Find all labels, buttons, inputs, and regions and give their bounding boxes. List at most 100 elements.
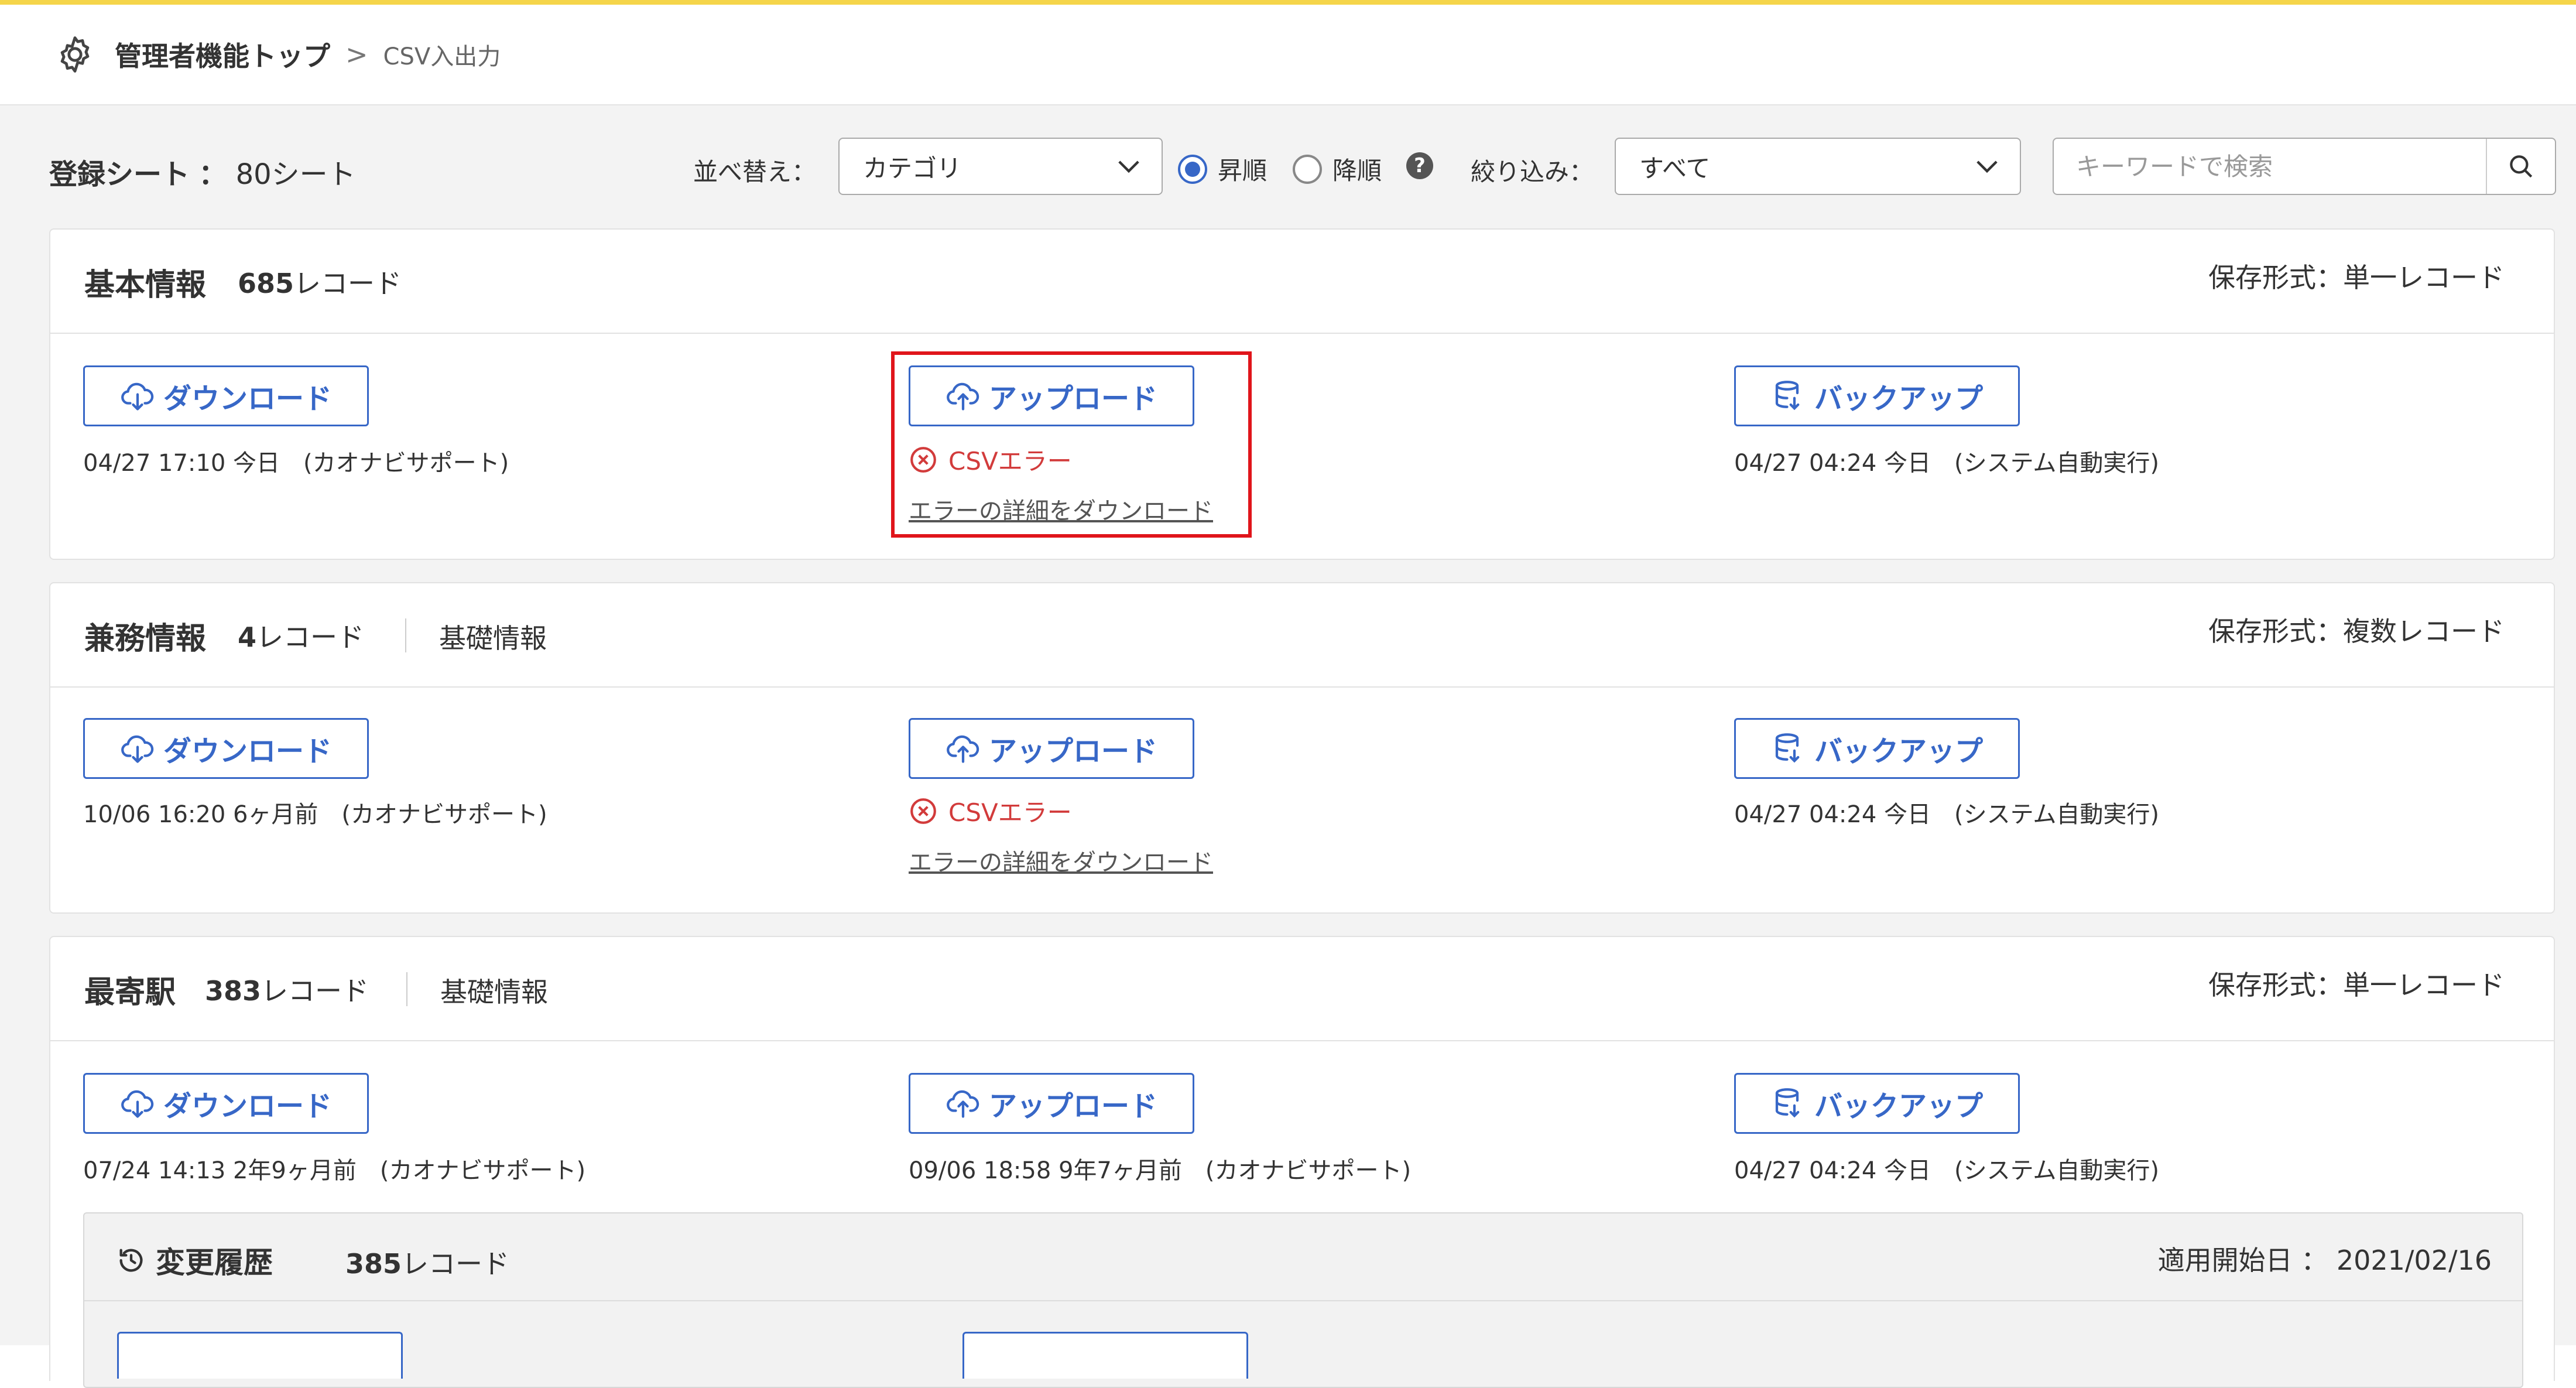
chevron-down-icon xyxy=(1118,160,1139,173)
divider xyxy=(405,618,406,652)
cloud-download-icon xyxy=(121,1090,154,1118)
sheet-count-value: 80シート xyxy=(235,158,356,191)
sheet-card-nearest-station: 最寄駅 383レコード 基礎情報 保存形式：単一レコード ダウンロード 07/2… xyxy=(49,936,2555,1388)
change-history-title[interactable]: 変更履歴 xyxy=(116,1239,273,1281)
card-title: 基本情報 xyxy=(84,268,207,303)
card-category: 基礎情報 xyxy=(440,976,548,1008)
backup-button[interactable]: バックアップ xyxy=(1734,718,2020,779)
sheet-count-label: 登録シート xyxy=(49,158,190,191)
help-icon[interactable]: ? xyxy=(1406,152,1433,179)
download-button[interactable]: ダウンロード xyxy=(83,718,369,779)
csv-error-status: CSVエラー xyxy=(909,793,1072,829)
card-save-format: 保存形式：複数レコード xyxy=(2208,616,2505,647)
cloud-download-icon xyxy=(121,382,154,411)
sheet-card-basic-info: 基本情報 685レコード 保存形式：単一レコード ダウンロード 04/27 17… xyxy=(49,228,2555,560)
search-box xyxy=(2053,138,2556,195)
download-meta: 04/27 17:10 今日 (カオナビサポート) xyxy=(83,450,509,477)
download-button[interactable]: ダウンロード xyxy=(83,365,369,426)
toolbar: 登録シート ： 80シート 並べ替え： カテゴリ 昇順 降順 ? 絞り込み： す… xyxy=(0,105,2576,228)
top-accent-bar xyxy=(0,0,2576,5)
card-category: 基礎情報 xyxy=(439,623,547,654)
card-title: 最寄駅 xyxy=(84,975,176,1010)
gear-icon xyxy=(60,36,90,73)
card-header: 最寄駅 383レコード 基礎情報 保存形式：単一レコード xyxy=(50,937,2554,1041)
record-count-unit: レコード xyxy=(256,621,365,653)
order-desc-label: 降順 xyxy=(1332,156,1382,185)
filter-select[interactable]: すべて xyxy=(1615,138,2021,195)
order-asc-radio[interactable]: 昇順 xyxy=(1178,151,1267,187)
history-upload-button[interactable] xyxy=(962,1332,1248,1379)
backup-button[interactable]: バックアップ xyxy=(1734,1073,2020,1134)
search-input[interactable] xyxy=(2054,139,2487,194)
radio-checked-icon xyxy=(1178,154,1207,184)
upload-button[interactable]: アップロード xyxy=(909,718,1194,779)
backup-button-label: バックアップ xyxy=(1814,735,1983,768)
csv-error-label: CSVエラー xyxy=(948,798,1072,827)
chevron-down-icon xyxy=(1976,160,1998,173)
breadcrumb: 管理者機能トップ > CSV入出力 xyxy=(0,5,2576,105)
sheet-count-colon: ： xyxy=(198,158,227,191)
filter-select-value: すべて xyxy=(1639,153,1711,183)
sort-select-value: カテゴリ xyxy=(863,153,962,183)
order-desc-radio[interactable]: 降順 xyxy=(1293,151,1382,187)
highlight-box xyxy=(891,351,1252,538)
download-meta: 10/06 16:20 6ヶ月前 (カオナビサポート) xyxy=(83,801,547,828)
download-button[interactable]: ダウンロード xyxy=(83,1073,369,1134)
record-count-unit: レコード xyxy=(261,975,369,1007)
database-backup-icon xyxy=(1775,381,1800,411)
download-button-label: ダウンロード xyxy=(163,382,332,415)
upload-meta: 09/06 18:58 9年7ヶ月前 (カオナビサポート) xyxy=(909,1157,1412,1184)
card-title: 兼務情報 xyxy=(84,621,207,657)
record-count-unit: レコード xyxy=(402,1248,510,1280)
card-record-count: 4レコード xyxy=(238,616,364,655)
record-count-number: 383 xyxy=(205,975,262,1007)
filter-label: 絞り込み： xyxy=(1471,158,1594,186)
record-count-number: 685 xyxy=(238,268,294,299)
upload-button[interactable]: アップロード xyxy=(909,1073,1194,1134)
sheet-count: 登録シート ： 80シート xyxy=(49,151,356,192)
database-backup-icon xyxy=(1775,733,1800,763)
order-asc-label: 昇順 xyxy=(1218,156,1268,185)
backup-button-label: バックアップ xyxy=(1814,382,1983,415)
download-button-label: ダウンロード xyxy=(163,735,332,768)
radio-unchecked-icon xyxy=(1293,154,1322,184)
upload-button-label: アップロード xyxy=(988,735,1157,768)
record-count-number: 4 xyxy=(238,621,257,653)
card-record-count: 685レコード xyxy=(238,262,402,301)
search-button[interactable] xyxy=(2486,139,2555,194)
breadcrumb-home-link[interactable]: 管理者機能トップ xyxy=(115,35,330,74)
error-detail-download-link[interactable]: エラーの詳細をダウンロード xyxy=(909,843,1213,877)
upload-button-label: アップロード xyxy=(988,1090,1157,1123)
database-backup-icon xyxy=(1775,1088,1800,1118)
cloud-upload-icon xyxy=(947,735,979,763)
card-header: 兼務情報 4レコード 基礎情報 保存形式：複数レコード xyxy=(50,583,2554,688)
apply-start-date: 適用開始日 ： 2021/02/16 xyxy=(2157,1245,2492,1276)
card-header: 基本情報 685レコード 保存形式：単一レコード xyxy=(50,230,2554,334)
backup-meta: 04/27 04:24 今日 (システム自動実行) xyxy=(1734,1157,2159,1184)
sheet-card-concurrent-duty: 兼務情報 4レコード 基礎情報 保存形式：複数レコード ダウンロード 10/06… xyxy=(49,582,2555,914)
download-meta: 07/24 14:13 2年9ヶ月前 (カオナビサポート) xyxy=(83,1157,586,1184)
card-save-format: 保存形式：単一レコード xyxy=(2208,262,2505,293)
backup-meta: 04/27 04:24 今日 (システム自動実行) xyxy=(1734,801,2159,828)
history-download-button[interactable] xyxy=(117,1332,403,1379)
error-circle-icon xyxy=(910,798,936,824)
card-record-count: 383レコード xyxy=(205,970,369,1008)
record-count-unit: レコード xyxy=(294,268,402,299)
cloud-download-icon xyxy=(121,735,154,763)
record-count-number: 385 xyxy=(345,1248,402,1280)
change-history-count: 385レコード xyxy=(345,1243,509,1281)
search-icon xyxy=(2510,155,2533,178)
backup-button-label: バックアップ xyxy=(1814,1090,1983,1123)
backup-meta: 04/27 04:24 今日 (システム自動実行) xyxy=(1734,450,2159,477)
download-button-label: ダウンロード xyxy=(163,1090,332,1123)
divider xyxy=(406,972,407,1006)
backup-button[interactable]: バックアップ xyxy=(1734,365,2020,426)
card-save-format: 保存形式：単一レコード xyxy=(2208,969,2505,1001)
sort-select[interactable]: カテゴリ xyxy=(838,138,1163,195)
change-history-panel: 変更履歴 385レコード 適用開始日 ： 2021/02/16 xyxy=(83,1212,2523,1388)
change-history-label: 変更履歴 xyxy=(156,1246,273,1280)
sort-label: 並べ替え： xyxy=(693,158,817,186)
breadcrumb-separator: > xyxy=(345,39,368,70)
breadcrumb-current: CSV入出力 xyxy=(383,43,501,70)
history-icon xyxy=(119,1249,143,1272)
